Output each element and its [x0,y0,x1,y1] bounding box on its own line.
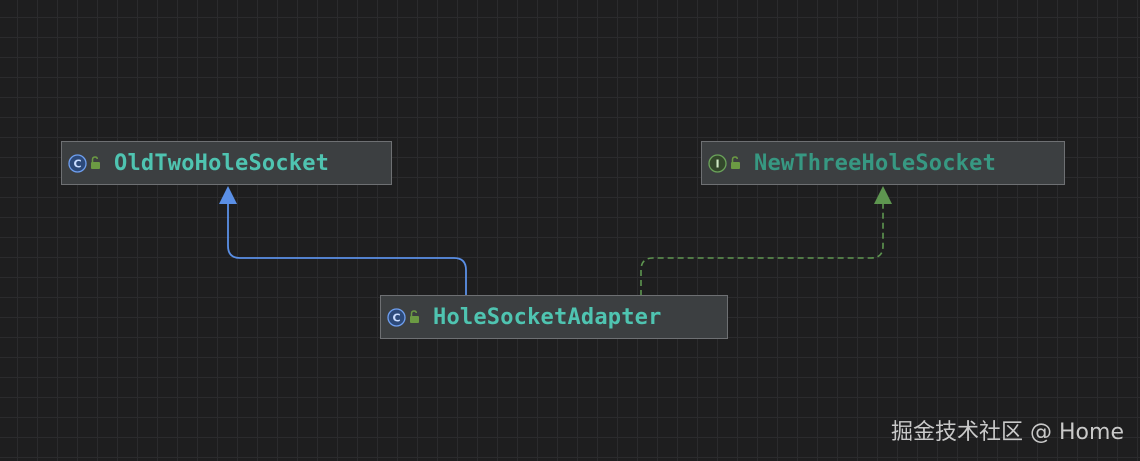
implements-arrowhead [874,186,892,204]
interface-icon: I [708,153,727,173]
svg-text:C: C [73,157,81,170]
unlocked-icon [89,155,103,171]
extends-edge [227,203,467,296]
class-icon: C [68,153,87,173]
svg-text:C: C [392,311,400,324]
unlocked-icon [408,309,422,325]
svg-text:I: I [715,157,719,170]
new-three-hole-socket-node[interactable]: I NewThreeHoleSocket [701,141,1065,185]
node-label-new-three-hole-socket: NewThreeHoleSocket [754,150,997,176]
extends-arrowhead [219,186,237,204]
node-label-old-two-hole-socket: OldTwoHoleSocket [114,150,330,176]
implements-edge [640,203,884,296]
watermark: 掘金技术社区 @ Home [891,420,1124,445]
unlocked-icon [729,155,743,171]
relationship-edges [219,186,892,296]
hole-socket-adapter-node[interactable]: C HoleSocketAdapter [380,295,728,339]
node-label-hole-socket-adapter: HoleSocketAdapter [433,304,662,330]
old-two-hole-socket-node[interactable]: C OldTwoHoleSocket [61,141,392,185]
class-icon: C [387,307,406,327]
